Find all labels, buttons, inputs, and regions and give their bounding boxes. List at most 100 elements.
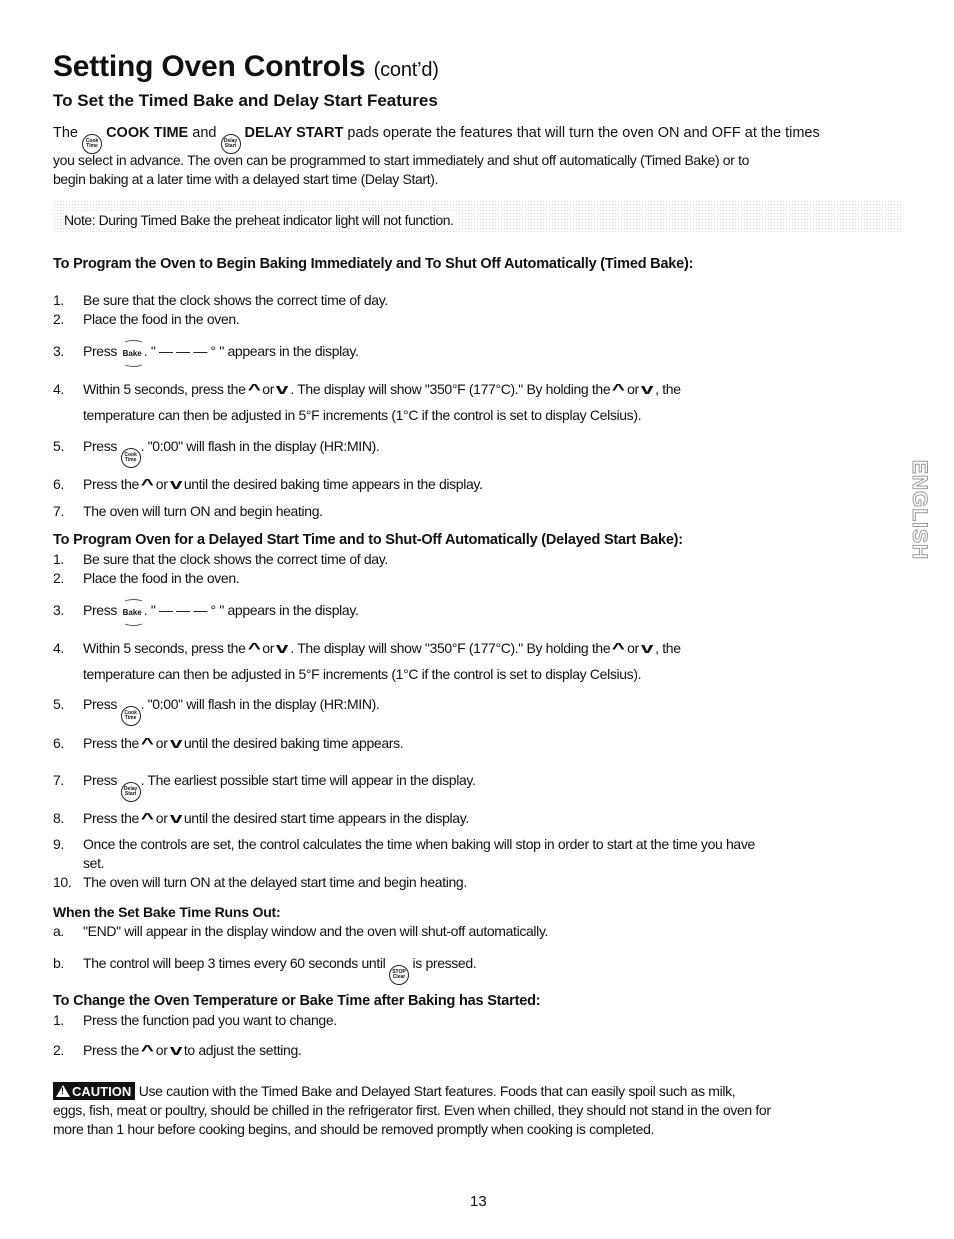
delayed-bake-heading: To Program Oven for a Delayed Start Time… xyxy=(53,532,683,548)
step-text: Press the ^ or v to adjust the setting. xyxy=(83,1042,302,1059)
step-text: Be sure that the clock shows the correct… xyxy=(83,551,388,567)
step-number: 8. xyxy=(53,810,64,826)
step-text: Press Bake. " — — — ° " appears in the d… xyxy=(83,599,359,626)
step-number: 3. xyxy=(53,343,64,359)
down-arrow-icon: v xyxy=(169,476,182,493)
down-arrow-icon: v xyxy=(275,640,289,657)
runs-out-heading: When the Set Bake Time Runs Out: xyxy=(53,904,281,920)
intro-text: The xyxy=(53,125,78,141)
step-text: Press the ^ or v until the desired start tim… xyxy=(83,810,469,827)
up-arrow-icon: ^ xyxy=(247,640,261,657)
down-arrow-icon: v xyxy=(640,381,654,398)
step-number: 7. xyxy=(53,503,64,519)
list-item: 5. Press Cook Time. "0:00" will flash in … xyxy=(53,438,903,468)
down-arrow-icon: v xyxy=(640,640,654,657)
up-arrow-icon: ^ xyxy=(612,640,626,657)
list-item: a. "END" will appear in the display wind… xyxy=(53,923,903,943)
list-item: 7. Press Delay Start. The earliest possib… xyxy=(53,772,903,802)
intro-line-2: you select in advance. The oven can be p… xyxy=(53,152,750,168)
page-title: Setting Oven Controls (cont’d) xyxy=(53,50,439,84)
page-number: 13 xyxy=(470,1193,487,1210)
item-letter: b. xyxy=(53,955,64,971)
list-item: 10. The oven will turn ON at the delayed… xyxy=(53,874,903,894)
bake-pad-icon: Bake xyxy=(122,599,144,626)
stop-clear-pad-icon: STOP Clear xyxy=(388,965,409,985)
step-text: temperature can then be adjusted in 5°F … xyxy=(83,666,642,682)
list-item: b. The control will beep 3 times every 6… xyxy=(53,955,903,985)
step-text: Once the controls are set, the control c… xyxy=(83,836,755,852)
cook-time-pad-icon: Cook Time xyxy=(120,706,141,726)
down-arrow-icon: v xyxy=(169,1042,182,1059)
step-text: Press Bake. " — — — ° " appears in the d… xyxy=(83,340,359,367)
step-text: Within 5 seconds, press the ^ or v. The dis… xyxy=(83,640,681,657)
intro-line-1: The Cook Time COOK TIME and Delay Start DE… xyxy=(53,125,820,154)
delay-start-label: DELAY START xyxy=(244,125,344,141)
caution-line-3: more than 1 hour before cooking begins, … xyxy=(53,1121,655,1137)
step-text: Place the food in the oven. xyxy=(83,311,240,327)
step-number: 4. xyxy=(53,640,64,656)
list-item: 3. Press Bake. " — — — ° " appears in th… xyxy=(53,599,903,626)
title-suffix: (cont’d) xyxy=(373,59,439,81)
step-text: Within 5 seconds, press the ^ or v. The dis… xyxy=(83,381,681,398)
list-item: 5. Press Cook Time. "0:00" will flash in … xyxy=(53,696,903,726)
list-item: 1. Be sure that the clock shows the corr… xyxy=(53,292,903,312)
step-text: The oven will turn ON and begin heating. xyxy=(83,503,323,519)
list-item-continuation: temperature can then be adjusted in 5°F … xyxy=(53,666,903,686)
step-number: 9. xyxy=(53,836,64,852)
cook-time-pad-icon: Cook Time xyxy=(82,134,103,154)
list-item-continuation: set. xyxy=(53,855,903,875)
up-arrow-icon: ^ xyxy=(140,476,154,493)
bake-pad-icon: Bake xyxy=(122,340,144,367)
item-text: The control will beep 3 times every 60 s… xyxy=(83,955,477,985)
timed-bake-heading: To Program the Oven to Begin Baking Imme… xyxy=(53,256,694,272)
step-number: 2. xyxy=(53,1042,64,1058)
step-text: Press the ^ or v until the desired baking ti… xyxy=(83,476,483,493)
list-item: 6. Press the ^ or v until the desired baking… xyxy=(53,735,903,755)
section-title: To Set the Timed Bake and Delay Start Fe… xyxy=(53,91,438,110)
delay-start-pad-icon: Delay Start xyxy=(220,134,241,154)
up-arrow-icon: ^ xyxy=(247,381,261,398)
step-text: Place the food in the oven. xyxy=(83,570,240,586)
step-number: 3. xyxy=(53,602,64,618)
list-item: 2. Press the ^ or v to adjust the setting. xyxy=(53,1042,903,1062)
delay-start-pad-icon: Delay Start xyxy=(120,782,141,802)
list-item: 1. Be sure that the clock shows the corr… xyxy=(53,551,903,571)
step-number: 4. xyxy=(53,381,64,397)
up-arrow-icon: ^ xyxy=(140,810,154,827)
step-number: 6. xyxy=(53,735,64,751)
intro-line-3: begin baking at a later time with a dela… xyxy=(53,171,439,187)
list-item: 2. Place the food in the oven. xyxy=(53,570,903,590)
up-arrow-icon: ^ xyxy=(612,381,626,398)
list-item: 4. Within 5 seconds, press the ^ or v. The … xyxy=(53,381,903,401)
list-item: 2. Place the food in the oven. xyxy=(53,311,903,331)
caution-text: Use caution with the Timed Bake and Dela… xyxy=(138,1083,736,1099)
step-number: 6. xyxy=(53,476,64,492)
step-text: The oven will turn ON at the delayed sta… xyxy=(83,874,467,890)
cook-time-pad-icon: Cook Time xyxy=(120,448,141,468)
step-text: Press Cook Time. "0:00" will flash in the… xyxy=(83,438,380,468)
note-text: Note: During Timed Bake the preheat indi… xyxy=(64,212,458,228)
item-text: "END" will appear in the display window … xyxy=(83,923,549,939)
down-arrow-icon: v xyxy=(169,735,182,752)
caution-badge: CAUTION xyxy=(53,1082,136,1100)
step-text: Press the ^ or v until the desired baking ti… xyxy=(83,735,404,752)
step-number: 7. xyxy=(53,772,64,788)
list-item: 8. Press the ^ or v until the desired start … xyxy=(53,810,903,830)
step-text: temperature can then be adjusted in 5°F … xyxy=(83,407,642,423)
list-item: 6. Press the ^ or v until the desired baking… xyxy=(53,476,903,496)
list-item: 7. The oven will turn ON and begin heati… xyxy=(53,503,903,523)
title-text: Setting Oven Controls xyxy=(53,50,366,83)
caution-line-2: eggs, fish, meat or poultry, should be c… xyxy=(53,1102,771,1118)
up-arrow-icon: ^ xyxy=(140,735,154,752)
item-letter: a. xyxy=(53,923,64,939)
down-arrow-icon: v xyxy=(275,381,289,398)
step-number: 1. xyxy=(53,292,64,308)
step-text: Press Delay Start. The earliest possible … xyxy=(83,772,476,802)
step-number: 2. xyxy=(53,570,64,586)
list-item: 9. Once the controls are set, the contro… xyxy=(53,836,903,856)
list-item: 1. Press the function pad you want to ch… xyxy=(53,1012,903,1032)
step-number: 10. xyxy=(53,874,72,890)
step-text: Be sure that the clock shows the correct… xyxy=(83,292,388,308)
cook-time-label: COOK TIME xyxy=(106,125,189,141)
list-item: 3. Press Bake. " — — — ° " appears in th… xyxy=(53,340,903,367)
